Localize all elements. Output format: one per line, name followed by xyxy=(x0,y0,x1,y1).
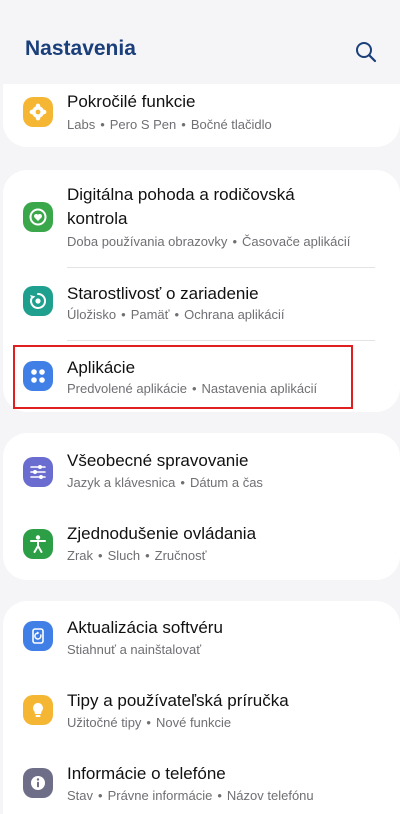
item-subtitle: Stav • Právne informácie • Názov telefónu xyxy=(67,788,314,803)
accessibility-person-icon xyxy=(23,529,53,559)
item-label: Zjednodušenie ovládania xyxy=(67,524,257,543)
wellbeing-heart-icon xyxy=(23,202,53,232)
header: Nastavenia xyxy=(0,0,400,84)
settings-item-accessibility[interactable]: Zjednodušenie ovládania Zrak • Sluch • Zručn… xyxy=(3,520,400,576)
settings-item-about-phone[interactable]: Informácie o telefóne Stav • Právne inform… xyxy=(3,762,400,814)
settings-item-tips-manual[interactable]: Tipy a používateľská príručka Užitočné t… xyxy=(3,689,400,745)
item-label: Aktualizácia softvéru xyxy=(67,618,223,637)
item-subtitle: Užitočné tipy • Nové funkcie xyxy=(67,715,232,730)
lightbulb-icon xyxy=(23,695,53,725)
item-subtitle: Úložisko • Pamäť • Ochrana aplikácií xyxy=(67,307,285,322)
page-title: Nastavenia xyxy=(25,37,136,60)
info-icon xyxy=(23,768,53,798)
item-subtitle: Doba používania obrazovky • Časovače aplik… xyxy=(67,234,351,249)
item-subtitle: Zrak • Sluch • Zručnosť xyxy=(67,548,207,563)
item-label: Pokročilé funkcie xyxy=(67,92,196,111)
item-label: Digitálna pohoda a rodičovská kontrola xyxy=(67,185,295,228)
item-subtitle: Labs • Pero S Pen • Bočné tlačidlo xyxy=(67,117,272,132)
settings-item-advanced-features[interactable]: Pokročilé funkcie Labs • Pero S Pen • Bočné … xyxy=(3,88,400,144)
item-label: Starostlivosť o zariadenie xyxy=(67,284,259,303)
search-icon[interactable] xyxy=(354,40,378,64)
sliders-icon xyxy=(23,457,53,487)
item-subtitle: Jazyk a klávesnica • Dátum a čas xyxy=(67,475,263,490)
item-label: Tipy a používateľská príručka xyxy=(67,691,289,710)
settings-item-digital-wellbeing[interactable]: Digitálna pohoda a rodičovská kontrola D… xyxy=(3,183,400,255)
settings-item-software-update[interactable]: Aktualizácia softvéru Stiahnuť a nainšta… xyxy=(3,616,400,672)
divider xyxy=(67,267,375,268)
selection-highlight xyxy=(13,345,353,409)
device-care-icon xyxy=(23,286,53,316)
software-update-icon xyxy=(23,621,53,651)
item-label: Všeobecné spravovanie xyxy=(67,451,249,470)
settings-item-device-care[interactable]: Starostlivosť o zariadenie Úložisko • Pamä… xyxy=(3,272,400,332)
divider xyxy=(67,340,375,341)
settings-item-general-management[interactable]: Všeobecné spravovanie Jazyk a klávesnica… xyxy=(3,447,400,503)
item-label: Informácie o telefóne xyxy=(67,764,226,783)
gear-puzzle-icon xyxy=(23,97,53,127)
item-subtitle: Stiahnuť a nainštalovať xyxy=(67,642,202,657)
settings-screen: Nastavenia Pokročilé funkcie Labs • Pero S… xyxy=(0,0,400,814)
